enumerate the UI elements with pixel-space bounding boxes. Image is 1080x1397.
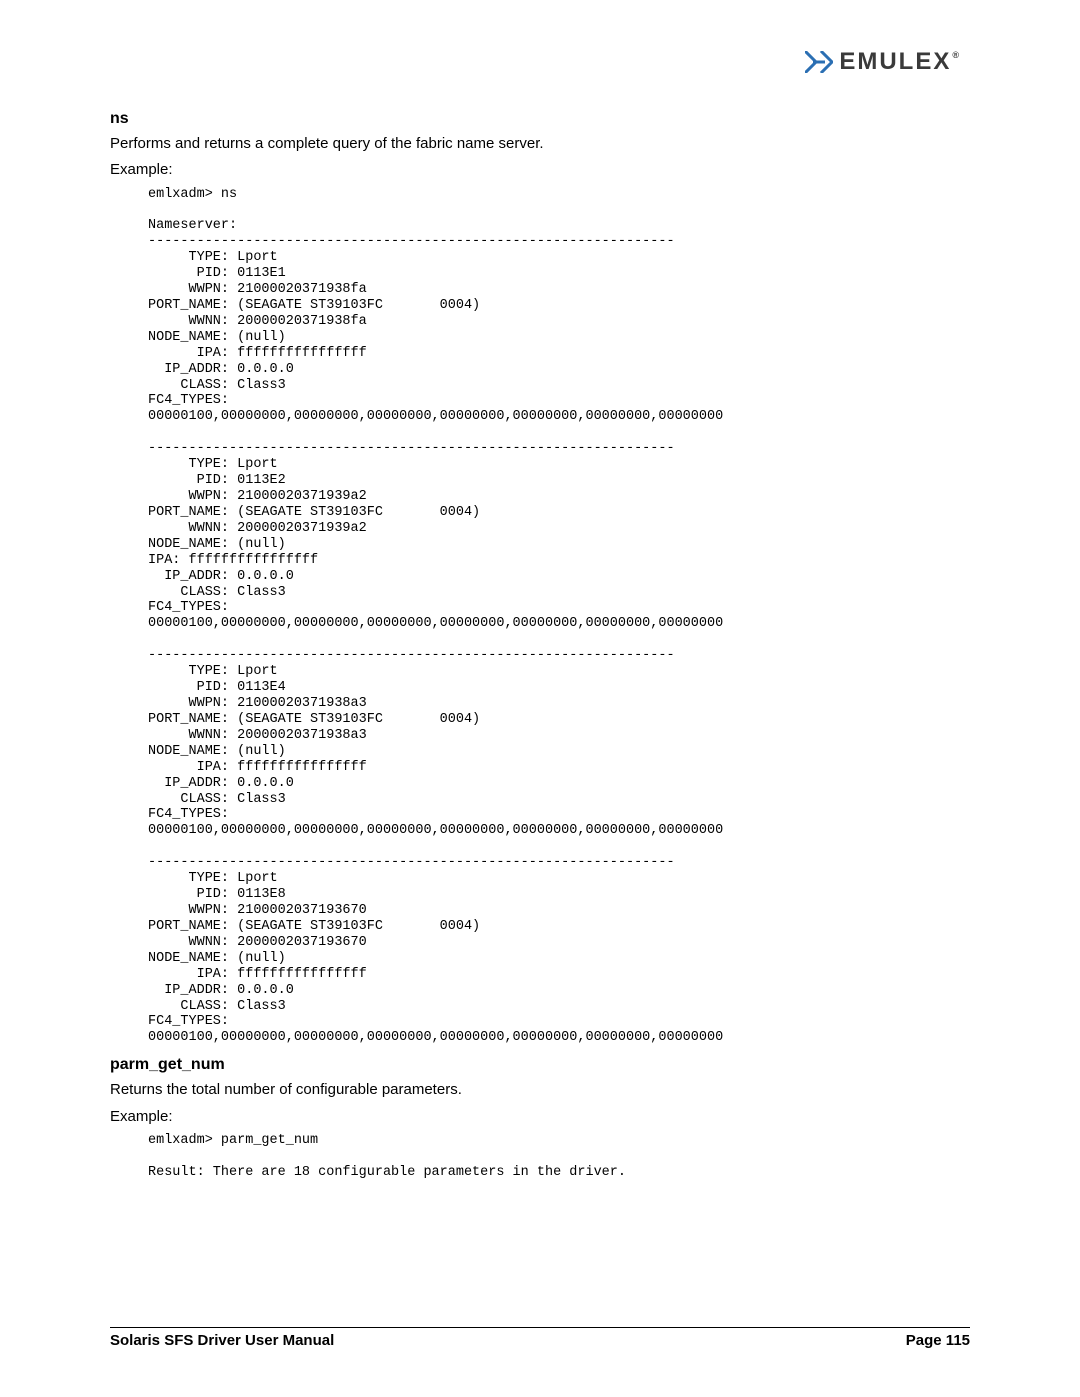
parm-get-num-description: Returns the total number of configurable… bbox=[110, 1080, 970, 1100]
emulex-word: EMULEX bbox=[839, 48, 951, 75]
ns-heading: ns bbox=[110, 110, 970, 128]
parm-get-num-code-block: emlxadm> parm_get_num Result: There are … bbox=[110, 1133, 970, 1181]
footer-page-number: Page 115 bbox=[906, 1332, 970, 1349]
registered-mark: ® bbox=[952, 50, 961, 60]
parm-get-num-example-label: Example: bbox=[110, 1107, 970, 1127]
footer-manual-title: Solaris SFS Driver User Manual bbox=[110, 1332, 334, 1349]
page-content: EMULEX® ns Performs and returns a comple… bbox=[0, 0, 1080, 1397]
emulex-logo-text: EMULEX® bbox=[839, 48, 960, 76]
ns-description: Performs and returns a complete query of… bbox=[110, 134, 970, 154]
emulex-logo: EMULEX® bbox=[805, 48, 960, 76]
ns-code-block: emlxadm> ns Nameserver: ----------------… bbox=[110, 187, 970, 1047]
ns-example-label: Example: bbox=[110, 160, 970, 180]
section-ns: ns Performs and returns a complete query… bbox=[110, 110, 970, 1046]
parm-get-num-heading: parm_get_num bbox=[110, 1056, 970, 1074]
page-footer: Solaris SFS Driver User Manual Page 115 bbox=[110, 1327, 970, 1349]
section-parm-get-num: parm_get_num Returns the total number of… bbox=[110, 1056, 970, 1180]
emulex-logo-icon bbox=[805, 51, 833, 73]
